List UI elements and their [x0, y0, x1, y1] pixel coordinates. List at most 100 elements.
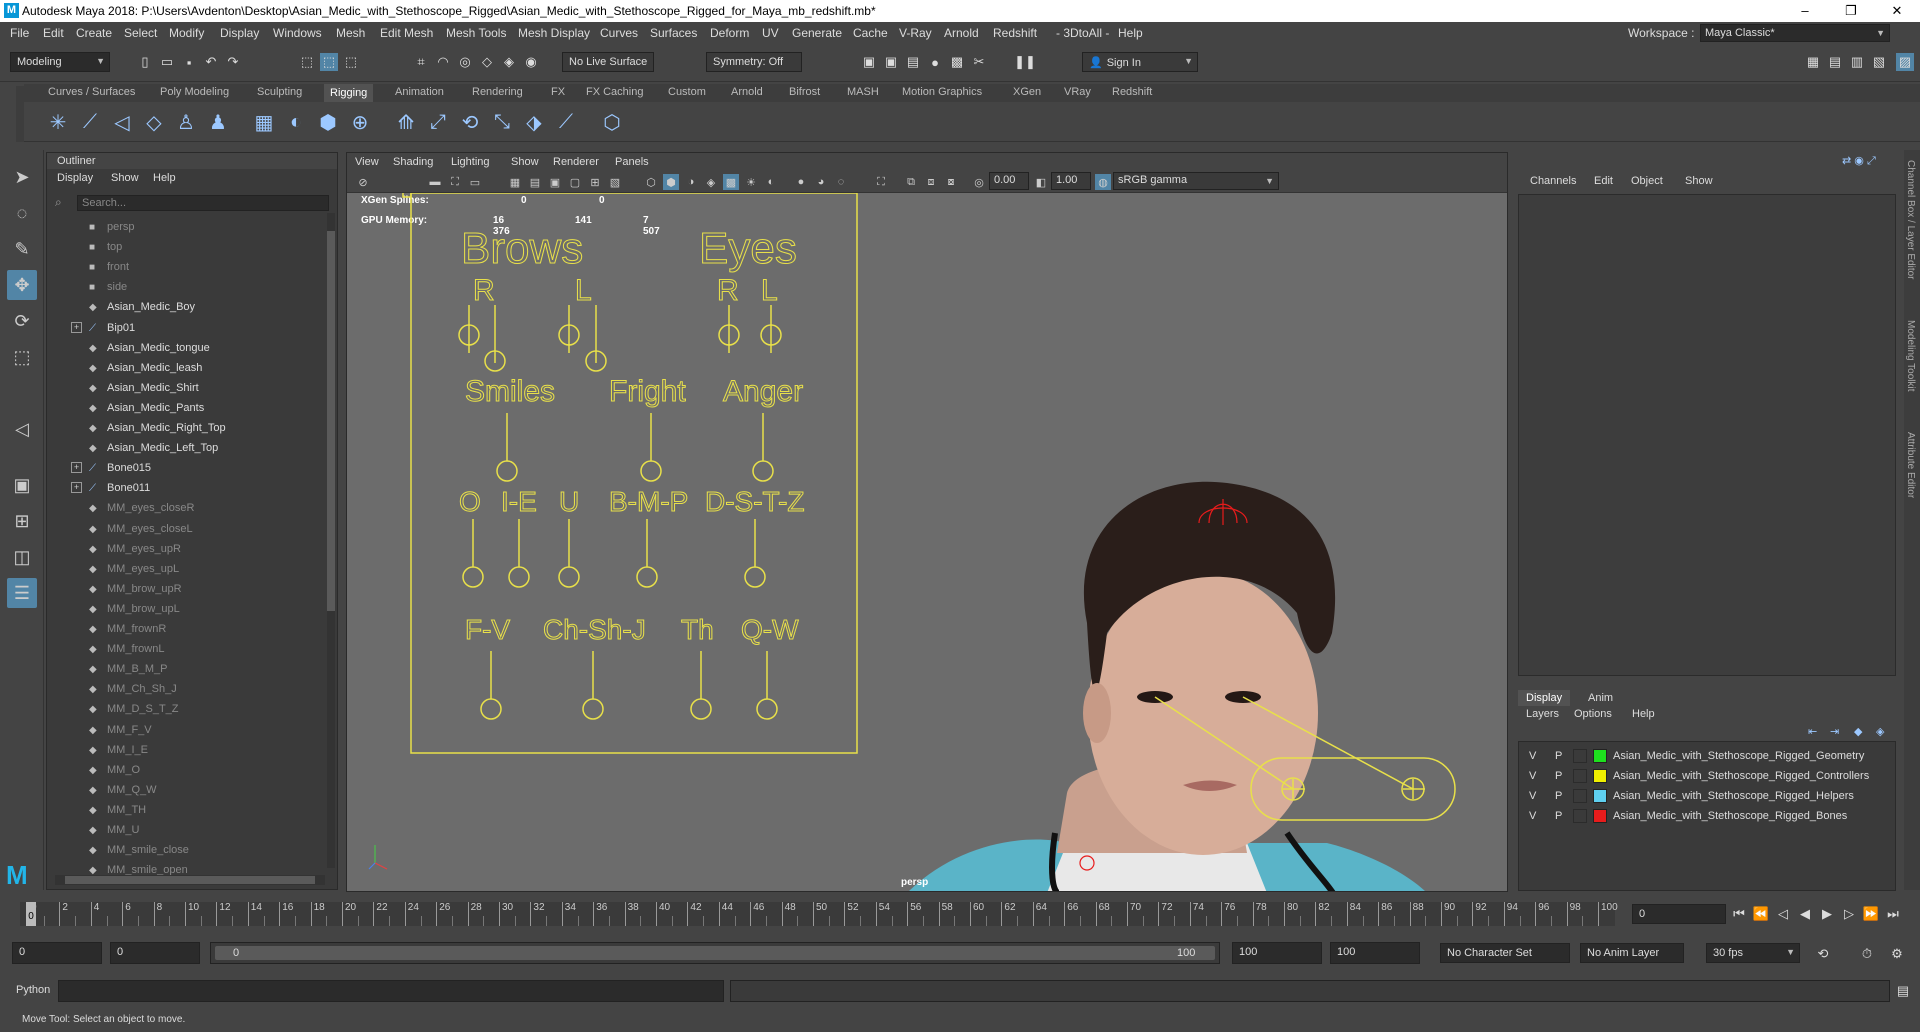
shelf-tab-mash[interactable]: MASH: [847, 86, 879, 98]
outliner-item[interactable]: ◆ Asian_Medic_Boy: [77, 297, 317, 317]
shelf-tab-fx[interactable]: FX: [551, 86, 565, 98]
brow-l-outer-slider[interactable]: [585, 305, 607, 372]
outliner-item[interactable]: ■ top: [77, 237, 317, 257]
go-to-start-icon[interactable]: ⏮: [1730, 905, 1748, 923]
outliner-item[interactable]: ◆ Asian_Medic_tongue: [77, 338, 317, 358]
shelf-tab-vray[interactable]: VRay: [1064, 86, 1091, 98]
o-slider[interactable]: [462, 519, 484, 588]
brow-l-inner-slider[interactable]: [558, 305, 580, 353]
layer-name[interactable]: Asian_Medic_with_Stethoscope_Rigged_Help…: [1613, 786, 1854, 806]
menu-surfaces[interactable]: Surfaces: [650, 26, 697, 40]
bookmark-icon[interactable]: ⛶: [447, 174, 463, 190]
menu-arnold[interactable]: Arnold: [944, 26, 979, 40]
outliner-item[interactable]: ◆ Asian_Medic_Right_Top: [77, 418, 317, 438]
layer-visibility-toggle[interactable]: V: [1529, 786, 1536, 806]
outliner-item[interactable]: ◆ MM_smile_close: [77, 840, 317, 860]
outliner-item[interactable]: ◆ MM_Ch_Sh_J: [77, 679, 317, 699]
two-view-icon[interactable]: ◫: [7, 542, 37, 572]
layer-playback-toggle[interactable]: P: [1555, 766, 1562, 786]
viewport-scene[interactable]: Brows Eyes R L R L Smiles Fright Anger O…: [347, 193, 1508, 892]
outliner-item[interactable]: ◆ Asian_Medic_Shirt: [77, 378, 317, 398]
outliner-item[interactable]: + ⟋ Bip01: [71, 318, 317, 338]
ik-handle-icon[interactable]: ◇: [140, 108, 168, 136]
open-scene-icon[interactable]: ▭: [158, 53, 176, 71]
snap-grid-icon[interactable]: ⌗: [412, 53, 430, 71]
side-tab-attribute-editor[interactable]: Attribute Editor: [1905, 432, 1916, 498]
outliner-menu-display[interactable]: Display: [57, 172, 93, 184]
outliner-item[interactable]: ◆ MM_brow_upL: [77, 599, 317, 619]
single-view-icon[interactable]: ▣: [7, 470, 37, 500]
layout-icon[interactable]: ▨: [1896, 53, 1914, 71]
toolkit-icon[interactable]: ▦: [1804, 53, 1822, 71]
outliner-item[interactable]: ◆ MM_frownL: [77, 639, 317, 659]
close-button[interactable]: ✕: [1874, 0, 1920, 22]
gamma-icon[interactable]: ◧: [1033, 174, 1049, 190]
layer-options-menu[interactable]: Options: [1574, 708, 1612, 720]
layer-playback-toggle[interactable]: P: [1555, 806, 1562, 826]
layer-visibility-toggle[interactable]: V: [1529, 766, 1536, 786]
depth-of-field-icon[interactable]: ◌: [833, 174, 849, 190]
playback-start-field[interactable]: 0: [110, 942, 200, 964]
menu-curves[interactable]: Curves: [600, 26, 638, 40]
render-settings-icon[interactable]: ▤: [904, 53, 922, 71]
bmp-slider[interactable]: [636, 519, 658, 588]
range-slider-handle[interactable]: [215, 946, 1215, 960]
layers-menu[interactable]: Layers: [1526, 708, 1559, 720]
safe-action-icon[interactable]: ▧: [607, 174, 623, 190]
select-object-icon[interactable]: ⬚: [320, 53, 338, 71]
menu-mesh[interactable]: Mesh: [336, 26, 365, 40]
outliner-search-input[interactable]: Search...: [77, 195, 329, 211]
lights-icon[interactable]: ▩: [723, 174, 739, 190]
bind-skin-icon[interactable]: ▦: [250, 108, 278, 136]
film-gate-icon[interactable]: ▤: [527, 174, 543, 190]
menu-3dtoall[interactable]: - 3DtoAll -: [1056, 26, 1109, 40]
outliner-item[interactable]: ◆ MM_B_M_P: [77, 659, 317, 679]
menu-cache[interactable]: Cache: [853, 26, 888, 40]
cb-edit-menu[interactable]: Edit: [1594, 175, 1613, 187]
new-scene-icon[interactable]: ▯: [136, 53, 154, 71]
shadows-icon[interactable]: ☀: [743, 174, 759, 190]
step-back-frame-icon[interactable]: ◁: [1774, 905, 1792, 923]
menu-create[interactable]: Create: [76, 26, 112, 40]
move-layer-down-icon[interactable]: ⇥: [1830, 725, 1839, 738]
fps-select[interactable]: 30 fps ▼: [1706, 943, 1800, 963]
quick-rig-icon[interactable]: ♟: [204, 108, 232, 136]
shelf-tab-curves-surfaces[interactable]: Curves / Surfaces: [48, 86, 135, 98]
image-plane-icon[interactable]: ▭: [467, 174, 483, 190]
shelf-tab-redshift[interactable]: Redshift: [1112, 86, 1152, 98]
channels-menu[interactable]: Channels: [1530, 175, 1576, 187]
vp-menu-lighting[interactable]: Lighting: [451, 156, 490, 168]
scene-start-field[interactable]: 0: [12, 942, 102, 964]
humanik-icon[interactable]: ♙: [172, 108, 200, 136]
color-management-icon[interactable]: ◍: [1095, 174, 1111, 190]
menu-file[interactable]: File: [10, 26, 29, 40]
antialias-icon[interactable]: ◕: [813, 174, 829, 190]
command-input[interactable]: [58, 980, 724, 1002]
motion-blur-icon[interactable]: ●: [793, 174, 809, 190]
filter-icon[interactable]: ⌕: [55, 195, 71, 211]
menu-edit-mesh[interactable]: Edit Mesh: [380, 26, 433, 40]
timeline-track[interactable]: 0246810121416182022242628303234363840424…: [20, 902, 1618, 926]
outliner-item[interactable]: ◆ MM_TH: [77, 800, 317, 820]
smooth-shade-icon[interactable]: ⬢: [663, 174, 679, 190]
cb-show-menu[interactable]: Show: [1685, 175, 1713, 187]
outliner-item[interactable]: ◆ MM_O: [77, 760, 317, 780]
outliner-item[interactable]: ◆ MM_brow_upR: [77, 579, 317, 599]
outliner-item[interactable]: ◆ MM_eyes_closeR: [77, 498, 317, 518]
th-slider[interactable]: [690, 651, 712, 720]
undo-icon[interactable]: ↶: [202, 53, 220, 71]
move-layer-up-icon[interactable]: ⇤: [1808, 725, 1817, 738]
script-language-label[interactable]: Python: [16, 984, 50, 996]
xray-active-icon[interactable]: ⧇: [943, 174, 959, 190]
hypershade-icon[interactable]: ●: [926, 53, 944, 71]
redo-icon[interactable]: ↷: [224, 53, 242, 71]
layer-row[interactable]: V P Asian_Medic_with_Stethoscope_Rigged_Ge…: [1519, 746, 1895, 766]
wireframe-on-shaded-icon[interactable]: ◑: [683, 174, 699, 190]
aim-constraint-icon[interactable]: ⤢: [424, 108, 452, 136]
scene-end-field[interactable]: 100: [1330, 942, 1420, 964]
brow-r-inner-slider[interactable]: [458, 305, 480, 353]
outliner-item[interactable]: ■ front: [77, 257, 317, 277]
outliner-item[interactable]: ◆ Asian_Medic_leash: [77, 358, 317, 378]
play-backwards-icon[interactable]: ◀: [1796, 905, 1814, 923]
cluster-icon[interactable]: ⊕: [346, 108, 374, 136]
